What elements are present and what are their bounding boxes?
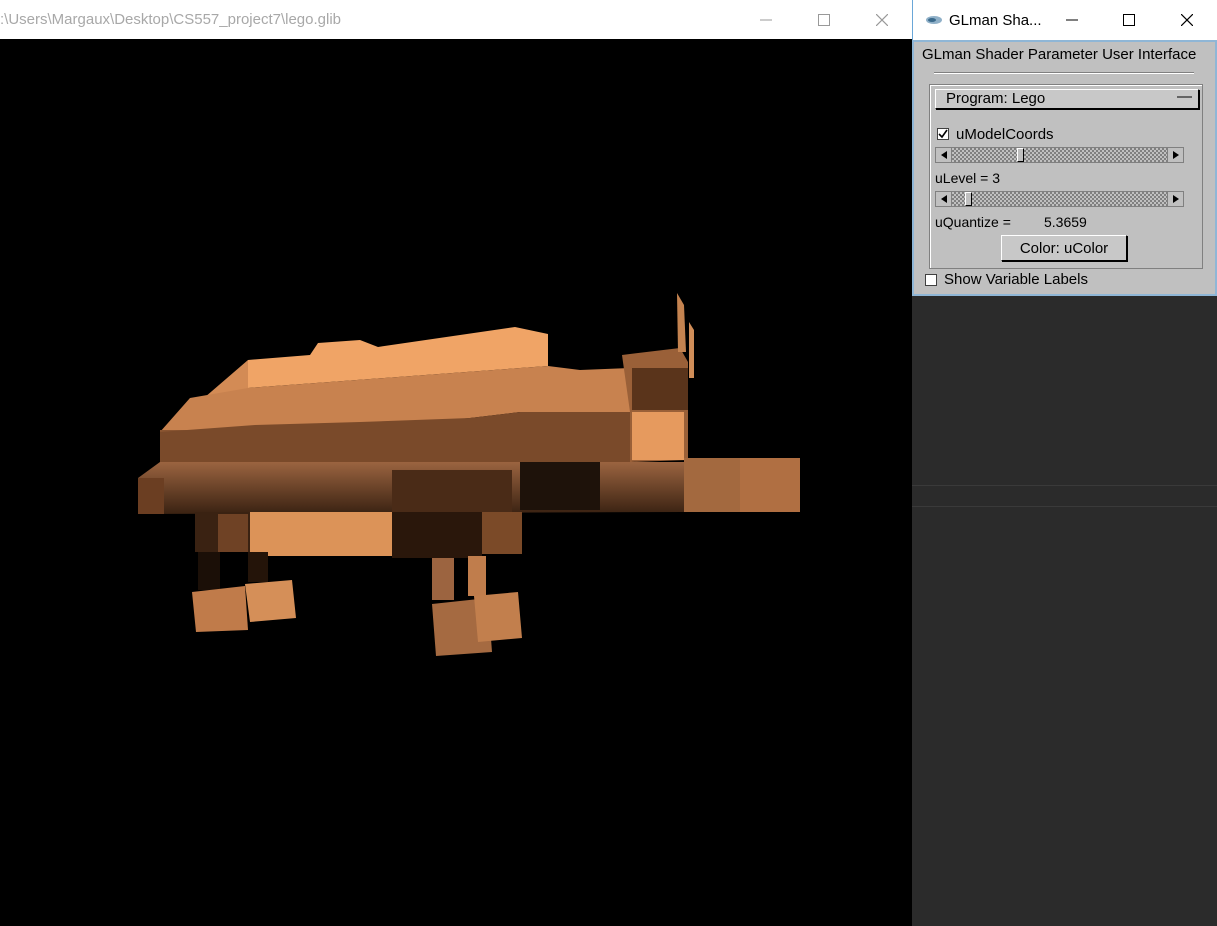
render-window-titlebar[interactable]: :\Users\Margaux\Desktop\CS557_project7\l… bbox=[0, 0, 912, 39]
uquantize-value: 5.3659 bbox=[1044, 214, 1087, 230]
uquantize-left-arrow[interactable] bbox=[936, 192, 952, 206]
minimize-icon bbox=[760, 19, 772, 20]
divider-line bbox=[912, 485, 1217, 486]
render-window: :\Users\Margaux\Desktop\CS557_project7\l… bbox=[0, 0, 912, 926]
minimize-button[interactable] bbox=[737, 0, 795, 39]
checkmark-icon bbox=[938, 129, 948, 139]
arrow-right-icon bbox=[1172, 195, 1179, 203]
ulevel-right-arrow[interactable] bbox=[1167, 148, 1183, 162]
model-coords-checkbox[interactable] bbox=[937, 128, 949, 140]
parameter-panel: GLman Shader Parameter User Interface Pr… bbox=[912, 40, 1217, 296]
glman-app-icon bbox=[926, 16, 942, 24]
program-rollout: Program: Lego — uModelCoords uLevel = 3 bbox=[929, 84, 1203, 269]
3d-viewport[interactable] bbox=[0, 39, 912, 926]
maximize-icon bbox=[1123, 13, 1135, 26]
close-button[interactable] bbox=[853, 0, 911, 39]
model-coords-label: uModelCoords bbox=[956, 126, 1054, 143]
shader-window-title: GLman Sha... bbox=[949, 12, 1042, 29]
ulevel-label: uLevel = 3 bbox=[935, 170, 1000, 186]
uquantize-slider-thumb[interactable] bbox=[965, 192, 972, 206]
program-rollout-label: Program: Lego bbox=[946, 90, 1046, 107]
maximize-icon bbox=[818, 13, 830, 26]
render-window-title: :\Users\Margaux\Desktop\CS557_project7\l… bbox=[0, 11, 342, 28]
close-icon bbox=[1181, 13, 1193, 26]
shader-parameter-window: GLman Sha... GLman Shader Parameter User… bbox=[912, 0, 1217, 926]
shader-close-button[interactable] bbox=[1158, 0, 1216, 39]
arrow-right-icon bbox=[1172, 151, 1179, 159]
program-rollout-button[interactable]: Program: Lego — bbox=[935, 88, 1199, 109]
arrow-left-icon bbox=[940, 151, 947, 159]
uquantize-label: uQuantize = bbox=[935, 214, 1011, 230]
color-ucolor-button[interactable]: Color: uColor bbox=[1001, 235, 1127, 261]
maximize-button[interactable] bbox=[795, 0, 853, 39]
show-variable-labels-label: Show Variable Labels bbox=[944, 271, 1088, 288]
uquantize-slider[interactable] bbox=[935, 191, 1184, 207]
shader-maximize-button[interactable] bbox=[1100, 0, 1158, 39]
arrow-left-icon bbox=[940, 195, 947, 203]
show-variable-labels-checkbox[interactable] bbox=[925, 274, 937, 286]
header-divider bbox=[934, 72, 1194, 74]
shader-minimize-button[interactable] bbox=[1043, 0, 1101, 39]
uquantize-right-arrow[interactable] bbox=[1167, 192, 1183, 206]
lego-dog-model bbox=[138, 293, 800, 656]
panel-header: GLman Shader Parameter User Interface bbox=[922, 46, 1197, 63]
divider-line bbox=[912, 506, 1217, 507]
collapse-icon: — bbox=[1177, 88, 1192, 105]
ulevel-slider[interactable] bbox=[935, 147, 1184, 163]
ulevel-left-arrow[interactable] bbox=[936, 148, 952, 162]
close-icon bbox=[876, 13, 888, 26]
shader-window-titlebar[interactable]: GLman Sha... bbox=[912, 0, 1217, 40]
ulevel-slider-thumb[interactable] bbox=[1017, 148, 1024, 162]
minimize-icon bbox=[1066, 19, 1078, 20]
